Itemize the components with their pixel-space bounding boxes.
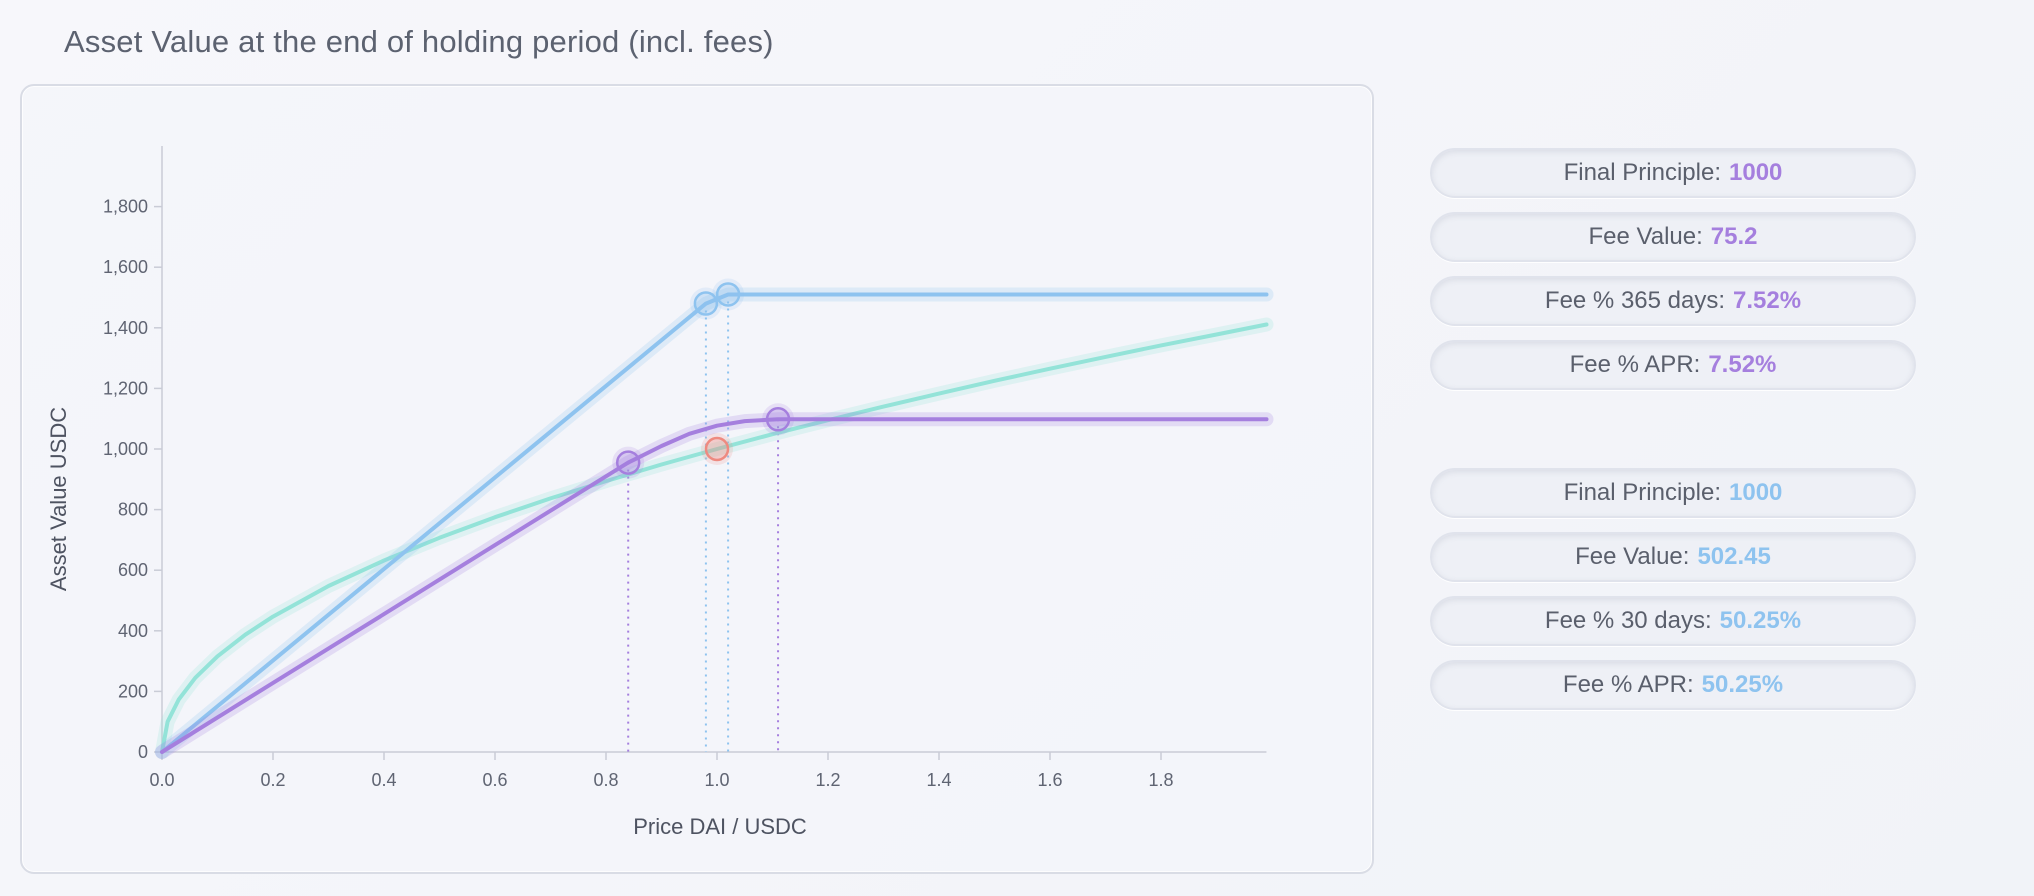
y-tick-label: 1,800	[103, 197, 148, 217]
stats-panel-blue: Final Principle: 1000 Fee Value: 502.45 Fee …	[1430, 468, 1916, 724]
stat-pill: Fee % 365 days: 7.52%	[1430, 276, 1916, 326]
stat-value: 50.25%	[1719, 607, 1802, 634]
stats-panel-purple: Final Principle: 1000 Fee Value: 75.2 Fee % …	[1430, 148, 1916, 404]
stat-label: Fee Value:	[1575, 543, 1690, 570]
stat-value: 502.45	[1697, 543, 1771, 570]
data-point-marker	[704, 436, 730, 462]
data-point-marker	[615, 450, 641, 475]
stat-label: Fee % 30 days:	[1544, 607, 1712, 634]
page-title: Asset Value at the end of holding period…	[64, 24, 774, 59]
stat-label: Fee % APR:	[1562, 671, 1694, 698]
stat-label: Fee % APR:	[1569, 351, 1701, 378]
stat-pill: Final Principle: 1000	[1430, 148, 1916, 198]
stat-pill: Fee % APR: 7.52%	[1430, 340, 1916, 390]
stat-value: 7.52%	[1708, 351, 1777, 378]
y-tick-label: 1,200	[103, 378, 148, 398]
y-axis-title: Asset Value USDC	[46, 407, 71, 591]
x-tick-label: 1.8	[1148, 770, 1173, 790]
x-tick-label: 0.8	[593, 770, 618, 790]
stat-value: 1000	[1729, 159, 1783, 186]
y-tick-label: 1,000	[103, 439, 148, 459]
y-tick-label: 400	[118, 621, 148, 641]
x-axis-title: Price DAI / USDC	[633, 814, 807, 839]
x-tick-label: 0.0	[149, 770, 174, 790]
stat-pill: Fee % APR: 50.25%	[1430, 660, 1916, 710]
y-tick-label: 800	[118, 500, 148, 520]
stat-pill: Final Principle: 1000	[1430, 468, 1916, 518]
stat-value: 7.52%	[1733, 287, 1802, 314]
stat-pill: Fee Value: 502.45	[1430, 532, 1916, 582]
stat-label: Fee % 365 days:	[1544, 287, 1726, 314]
stat-value: 75.2	[1710, 223, 1758, 250]
series-glow	[155, 317, 1274, 759]
y-tick-label: 0	[138, 742, 148, 762]
data-point-marker	[765, 407, 791, 432]
x-tick-label: 1.6	[1037, 770, 1062, 790]
asset-value-chart: 0 200 400 600 800 1,000 1,200 1,400 1,600 1,800 0.…	[46, 146, 1274, 839]
stat-value: 50.25%	[1701, 671, 1784, 698]
y-tick-label: 600	[118, 560, 148, 580]
x-tick-label: 1.2	[815, 770, 840, 790]
series-line	[160, 322, 1269, 754]
stat-pill: Fee % 30 days: 50.25%	[1430, 596, 1916, 646]
stat-pill: Fee Value: 75.2	[1430, 212, 1916, 262]
y-tick-label: 200	[118, 681, 148, 701]
stat-label: Final Principle:	[1563, 479, 1721, 506]
y-tick-label: 1,600	[103, 257, 148, 277]
x-tick-label: 1.0	[704, 770, 729, 790]
y-tick-label: 1,400	[103, 318, 148, 338]
x-tick-label: 0.2	[260, 770, 285, 790]
stat-label: Fee Value:	[1588, 223, 1703, 250]
stat-label: Final Principle:	[1563, 159, 1721, 186]
x-tick-label: 0.4	[371, 770, 396, 790]
x-tick-label: 0.6	[482, 770, 507, 790]
data-point-marker	[715, 282, 741, 307]
chart-card: 0 200 400 600 800 1,000 1,200 1,400 1,600 1,800 0.…	[20, 84, 1374, 874]
x-tick-label: 1.4	[926, 770, 951, 790]
stat-value: 1000	[1729, 479, 1783, 506]
